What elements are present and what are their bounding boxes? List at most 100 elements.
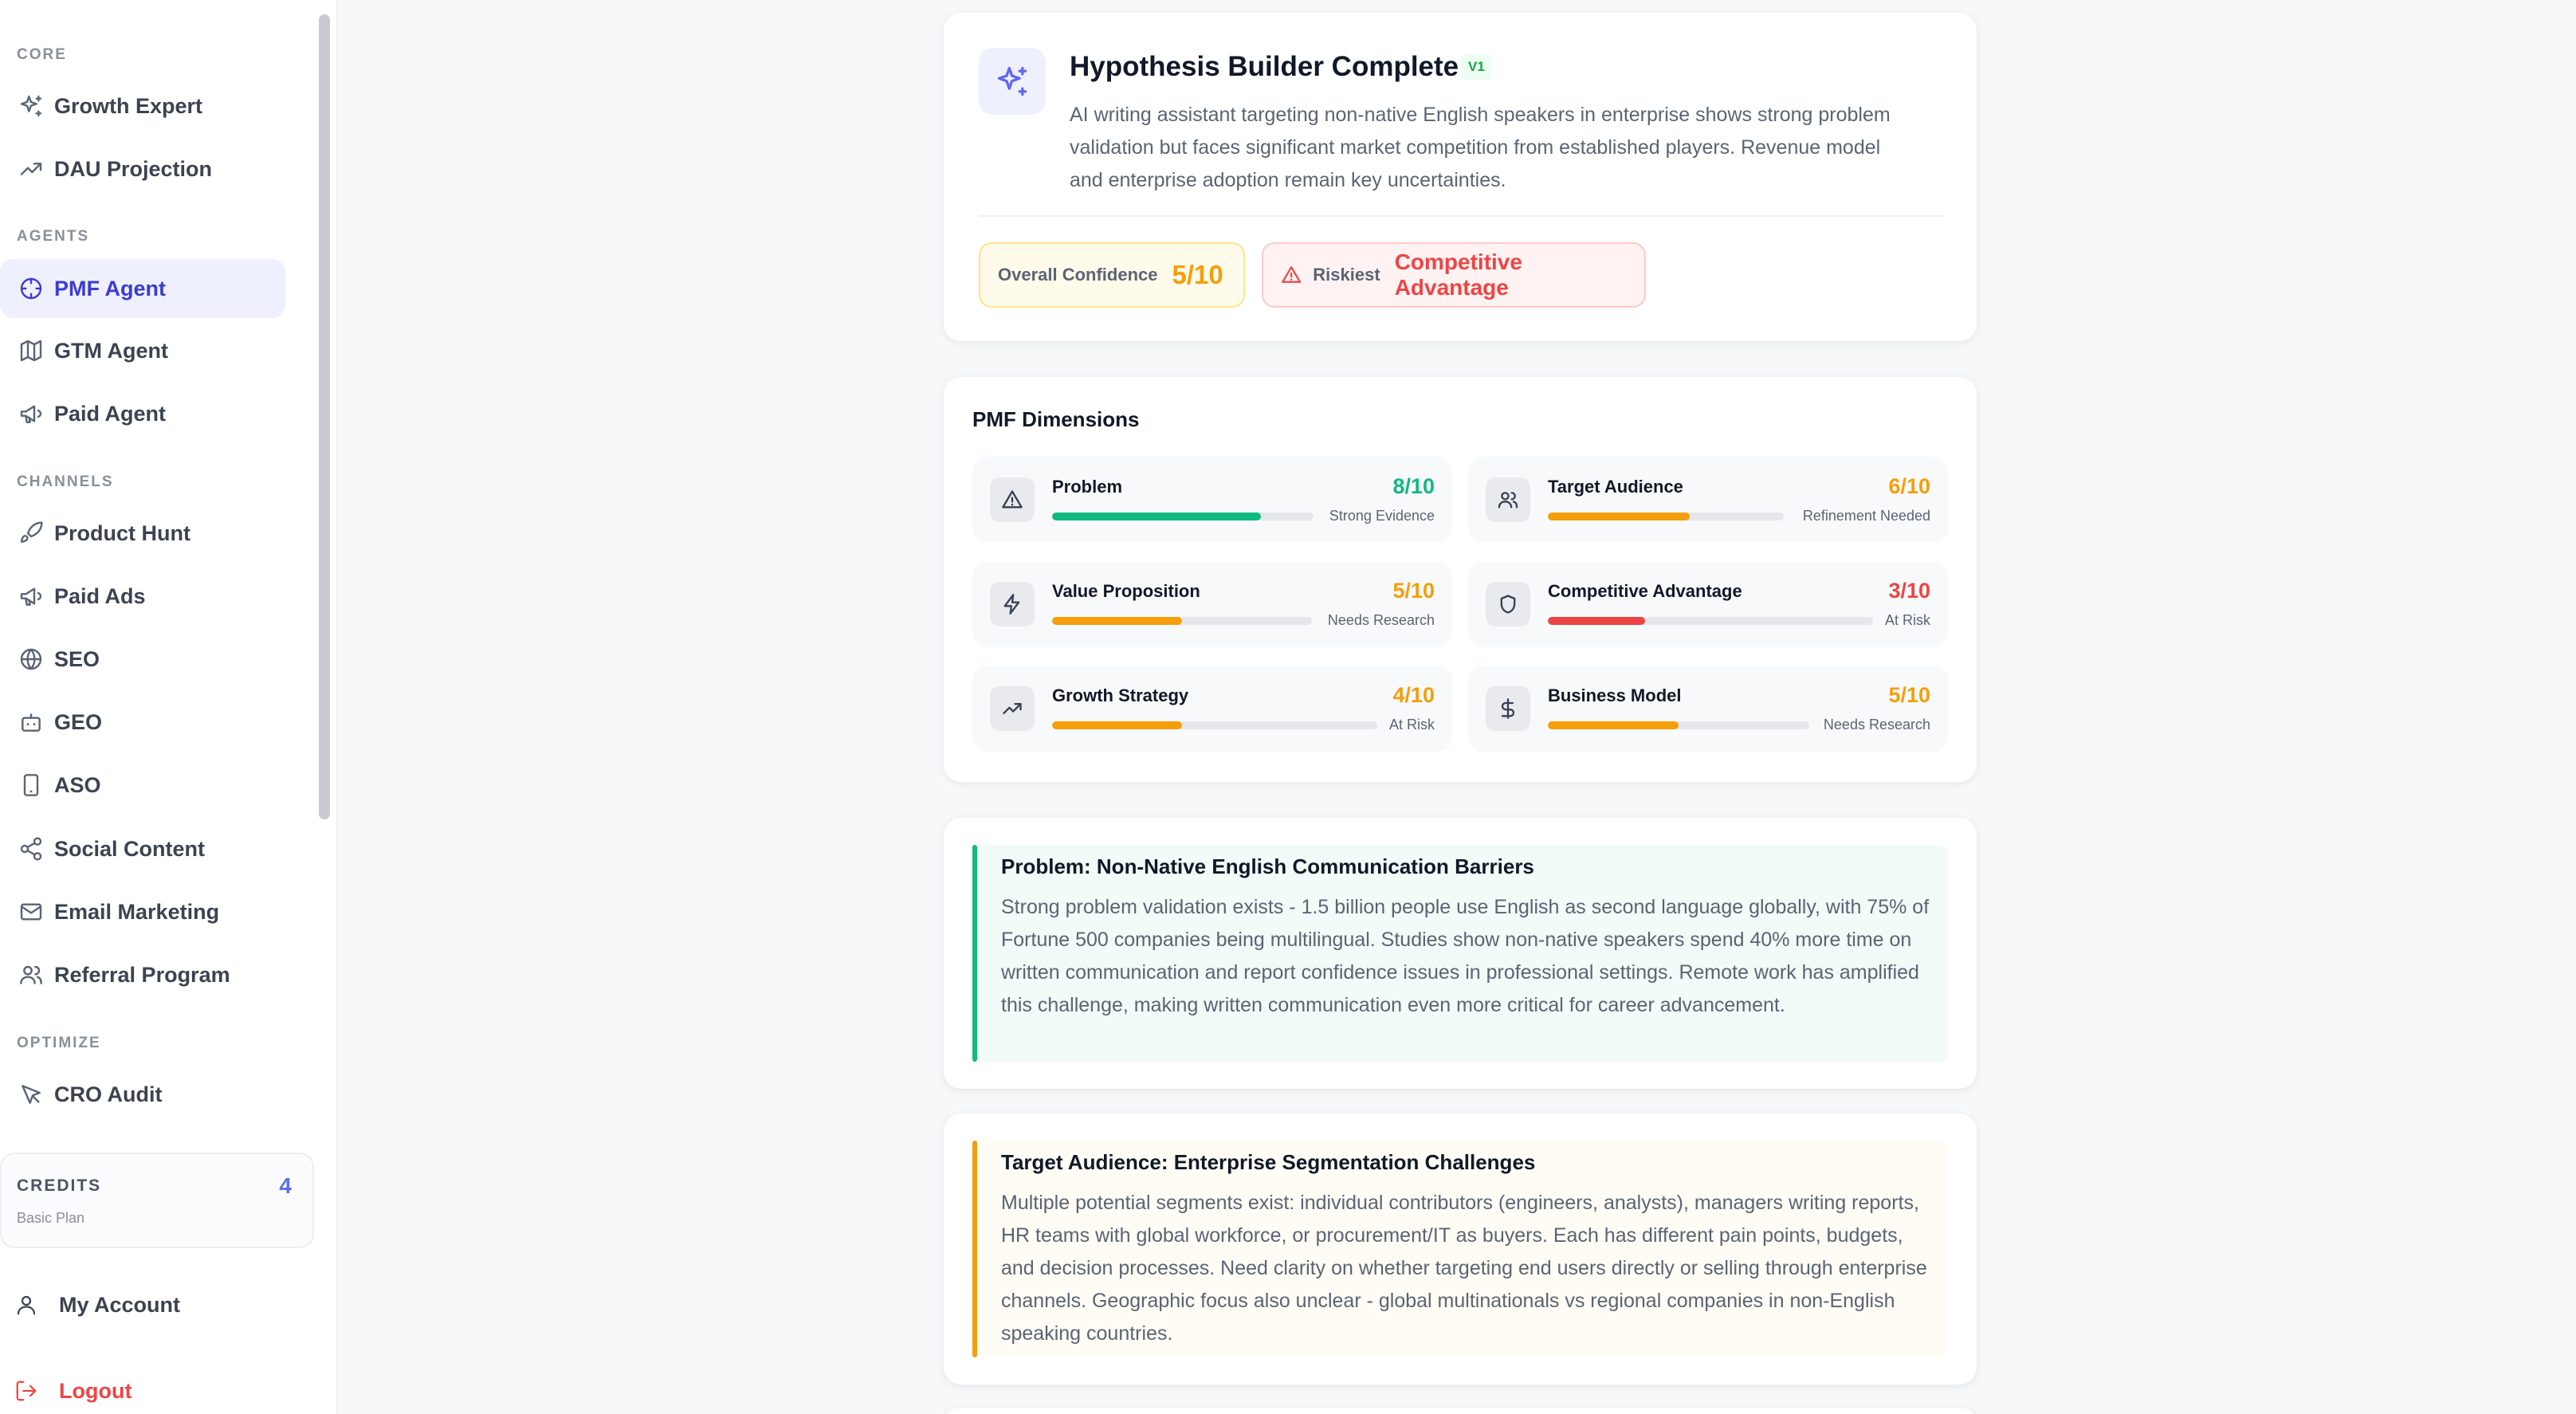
finding-card-next	[944, 1408, 1977, 1414]
dimension-status: Needs Research	[1823, 717, 1930, 733]
sidebar-item-label: Social Content	[54, 836, 206, 861]
megaphone-icon	[18, 400, 45, 427]
dimension-status: At Risk	[1388, 717, 1435, 733]
dimension-name: Growth Strategy	[1052, 685, 1189, 705]
share-icon	[18, 835, 45, 862]
trending-up-icon	[18, 155, 45, 183]
sidebar-item-label: Growth Expert	[54, 93, 203, 118]
dimension-score: 4/10	[1392, 683, 1435, 707]
dimension-competitive-advantage: Competitive Advantage 3/10 At Risk	[1468, 561, 1948, 647]
dimension-progress-fill	[1548, 721, 1679, 729]
dimension-progress-fill	[1052, 513, 1262, 520]
section-label-optimize: OPTIMIZE	[17, 1035, 101, 1051]
dimension-growth-strategy: Growth Strategy 4/10 At Risk	[972, 666, 1452, 752]
logout-button[interactable]: Logout	[0, 1363, 287, 1414]
rocket-icon	[18, 520, 45, 547]
sidebar-item-label: DAU Projection	[54, 156, 213, 181]
dimension-status: Refinement Needed	[1802, 508, 1930, 524]
dimension-name: Value Proposition	[1052, 581, 1200, 601]
user-icon	[17, 1295, 36, 1315]
sidebar-scrollbar-thumb[interactable]	[319, 14, 330, 819]
dimension-status: Needs Research	[1327, 612, 1435, 628]
riskiest-pill: Riskiest Competitive Advantage	[1262, 242, 1646, 308]
megaphone-icon	[18, 583, 45, 610]
globe-icon	[18, 646, 45, 673]
confidence-value: 5/10	[1172, 260, 1223, 289]
hypothesis-description: AI writing assistant targeting non-nativ…	[1070, 104, 1891, 191]
dimension-value-proposition: Value Proposition 5/10 Needs Research	[972, 561, 1452, 647]
section-label-agents: AGENTS	[17, 228, 90, 245]
finding-card-problem: Problem: Non-Native English Communicatio…	[944, 818, 1977, 1089]
finding-body: Strong problem validation exists - 1.5 b…	[1001, 896, 1930, 1016]
dimension-score: 5/10	[1888, 683, 1930, 707]
trending-up-icon	[990, 686, 1035, 731]
pmf-dimensions-title: PMF Dimensions	[972, 407, 1140, 431]
dimension-score: 8/10	[1392, 474, 1435, 498]
sidebar-item-cro-audit[interactable]: CRO Audit	[0, 1065, 285, 1124]
smartphone-icon	[18, 772, 45, 799]
section-label-core: CORE	[17, 46, 67, 63]
section-label-channels: CHANNELS	[17, 473, 114, 490]
riskiest-label: Riskiest	[1313, 265, 1380, 285]
cursor-icon	[18, 1081, 45, 1108]
zap-icon	[990, 582, 1035, 626]
dimension-progress-bar	[1052, 617, 1312, 625]
dimension-score: 6/10	[1888, 474, 1930, 498]
dimension-progress-fill	[1052, 617, 1182, 625]
sidebar-item-label: CRO Audit	[54, 1082, 163, 1106]
sidebar-item-growth-expert[interactable]: Growth Expert	[0, 77, 285, 136]
confidence-label: Overall Confidence	[998, 265, 1158, 285]
dimension-target-audience: Target Audience 6/10 Refinement Needed	[1468, 457, 1948, 543]
sidebar-item-product-hunt[interactable]: Product Hunt	[0, 504, 285, 563]
users-icon	[18, 961, 45, 988]
sidebar-item-paid-ads[interactable]: Paid Ads	[0, 567, 285, 626]
dimension-name: Target Audience	[1548, 477, 1683, 497]
finding-problem: Problem: Non-Native English Communicatio…	[972, 845, 1948, 1062]
bot-icon	[18, 709, 45, 736]
sidebar-item-referral-program[interactable]: Referral Program	[0, 945, 285, 1004]
sidebar-item-label: ASO	[54, 772, 101, 797]
sidebar-item-label: Referral Program	[54, 962, 230, 987]
my-account-button[interactable]: My Account	[0, 1277, 287, 1333]
dimension-business-model: Business Model 5/10 Needs Research	[1468, 666, 1948, 752]
my-account-label: My Account	[59, 1292, 181, 1317]
sidebar-item-social-content[interactable]: Social Content	[0, 819, 285, 878]
sidebar-item-seo[interactable]: SEO	[0, 630, 285, 689]
sidebar-item-dau-projection[interactable]: DAU Projection	[0, 139, 285, 198]
sidebar-item-paid-agent[interactable]: Paid Agent	[0, 384, 285, 443]
credits-plan: Basic Plan	[17, 1210, 85, 1226]
dimension-progress-bar	[1052, 513, 1314, 520]
sidebar-item-label: GEO	[54, 709, 103, 734]
credits-title: CREDITS	[17, 1176, 102, 1195]
map-icon	[18, 337, 45, 364]
credits-panel: CREDITS Basic Plan 4	[0, 1153, 314, 1248]
finding-title: Problem: Non-Native English Communicatio…	[1001, 854, 1534, 878]
shield-icon	[1486, 582, 1530, 626]
finding-target-audience: Target Audience: Enterprise Segmentation…	[972, 1141, 1948, 1357]
divider	[979, 215, 1943, 217]
sidebar-item-label: PMF Agent	[54, 276, 166, 300]
finding-accent-bar	[972, 845, 977, 1062]
sidebar-item-label: GTM Agent	[54, 338, 168, 363]
finding-body: Multiple potential segments exist: indiv…	[1001, 1192, 1927, 1345]
sparkles-icon	[979, 48, 1046, 115]
sidebar-item-aso[interactable]: ASO	[0, 756, 285, 815]
version-badge: V1	[1462, 54, 1491, 80]
dimension-progress-bar	[1052, 721, 1377, 729]
sidebar-item-label: Email Marketing	[54, 899, 220, 924]
dimension-progress-fill	[1548, 617, 1646, 625]
sidebar-item-label: SEO	[54, 646, 100, 671]
dimension-name: Competitive Advantage	[1548, 581, 1742, 601]
dimension-progress-fill	[1548, 513, 1690, 520]
sidebar-item-geo[interactable]: GEO	[0, 693, 285, 752]
hypothesis-card: Hypothesis Builder Complete V1 AI writin…	[944, 13, 1977, 341]
mail-icon	[18, 898, 45, 925]
sidebar-item-pmf-agent[interactable]: PMF Agent	[0, 259, 285, 318]
users-icon	[1486, 477, 1530, 522]
alert-triangle-icon	[1282, 266, 1302, 283]
dimension-progress-bar	[1548, 617, 1873, 625]
sidebar-item-email-marketing[interactable]: Email Marketing	[0, 882, 285, 941]
sidebar-item-gtm-agent[interactable]: GTM Agent	[0, 321, 285, 380]
alert-triangle-icon	[990, 477, 1035, 522]
sidebar-item-label: Paid Ads	[54, 583, 146, 608]
